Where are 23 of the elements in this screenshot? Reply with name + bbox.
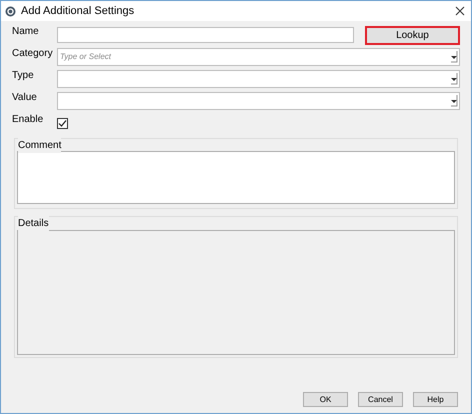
name-field[interactable] bbox=[57, 27, 354, 43]
combo-field[interactable]: Type or Select bbox=[57, 48, 460, 66]
close-icon[interactable] bbox=[455, 6, 465, 16]
dropdown-arrow-icon[interactable] bbox=[450, 73, 458, 85]
dropdown-arrow-icon[interactable] bbox=[450, 95, 458, 107]
lookup-button[interactable]: Lookup bbox=[364, 26, 460, 44]
dialog-button[interactable]: Help bbox=[413, 392, 458, 407]
dropdown-arrow-icon[interactable] bbox=[450, 51, 458, 63]
window-title: Add Additional Settings bbox=[21, 4, 136, 19]
group-title: Details bbox=[18, 216, 49, 231]
combo-field[interactable] bbox=[57, 70, 460, 88]
dialog-button[interactable]: OK bbox=[303, 392, 348, 407]
field-label: Type bbox=[12, 69, 35, 83]
checkbox[interactable] bbox=[57, 118, 68, 128]
dialog-button[interactable]: Cancel bbox=[358, 392, 403, 407]
field-label: Name bbox=[12, 25, 40, 39]
comment-field[interactable] bbox=[17, 151, 455, 204]
placeholder-text: Type or Select bbox=[60, 51, 111, 63]
field-label: Value bbox=[12, 91, 38, 105]
field-label: Category bbox=[12, 47, 54, 61]
app-icon bbox=[5, 6, 16, 16]
combo-field[interactable] bbox=[57, 92, 460, 110]
field-label: Enable bbox=[12, 113, 44, 127]
